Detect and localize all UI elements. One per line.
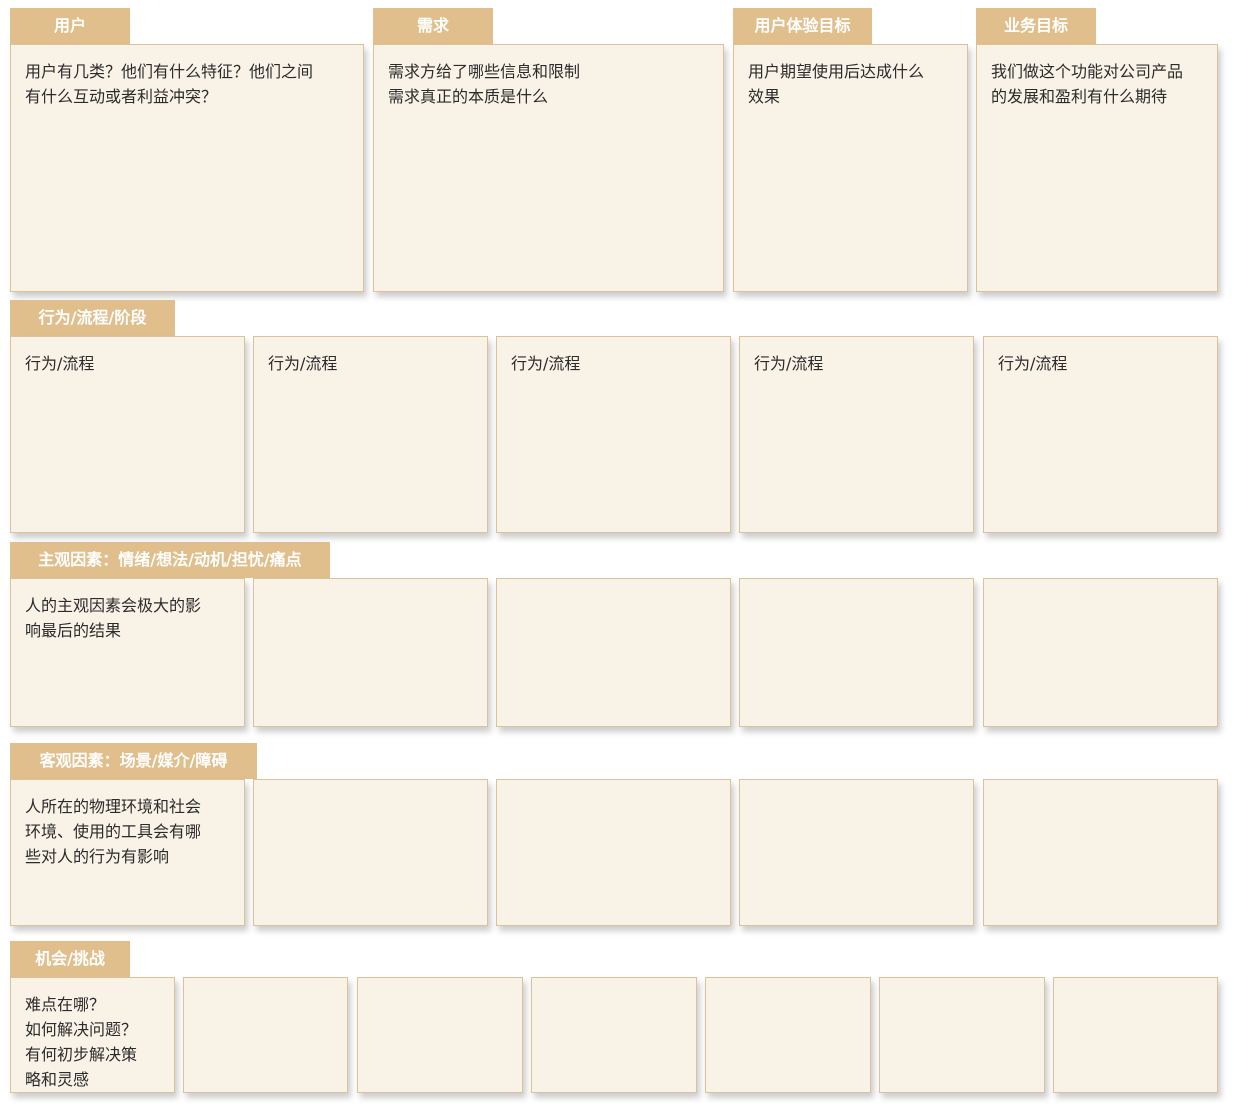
business-goals-card: 我们做这个功能对公司产品 的发展和盈利有什么期待: [976, 44, 1218, 292]
business-goals-tab: 业务目标: [976, 8, 1096, 44]
opportunities-card: [531, 977, 697, 1093]
opportunities-card: [357, 977, 523, 1093]
objective-factors-card: [983, 779, 1218, 926]
behavior-card: 行为/流程: [983, 336, 1218, 533]
subjective-factors-card: 人的主观因素会极大的影 响最后的结果: [10, 578, 245, 727]
ux-goals-tab: 用户体验目标: [733, 8, 872, 44]
opportunities-card: [705, 977, 871, 1093]
opportunities-card: [879, 977, 1045, 1093]
behavior-tab: 行为/流程/阶段: [10, 300, 175, 336]
users-tab: 用户: [10, 8, 130, 44]
subjective-factors-card: [983, 578, 1218, 727]
opportunities-card: [183, 977, 348, 1093]
opportunities-card: [1053, 977, 1218, 1093]
users-card: 用户有几类？他们有什么特征？他们之间 有什么互动或者利益冲突？: [10, 44, 364, 292]
opportunities-card: 难点在哪？ 如何解决问题？ 有何初步解决策 略和灵感: [10, 977, 175, 1093]
objective-factors-card: [253, 779, 488, 926]
subjective-factors-tab: 主观因素：情绪/想法/动机/担忧/痛点: [10, 542, 330, 578]
subjective-factors-card: [253, 578, 488, 727]
objective-factors-card: 人所在的物理环境和社会 环境、使用的工具会有哪 些对人的行为有影响: [10, 779, 245, 926]
behavior-card: 行为/流程: [496, 336, 731, 533]
objective-factors-card: [739, 779, 974, 926]
behavior-card: 行为/流程: [253, 336, 488, 533]
opportunities-tab: 机会/挑战: [10, 941, 130, 977]
behavior-card: 行为/流程: [10, 336, 245, 533]
subjective-factors-card: [739, 578, 974, 727]
needs-tab: 需求: [373, 8, 493, 44]
objective-factors-card: [496, 779, 731, 926]
objective-factors-tab: 客观因素：场景/媒介/障碍: [10, 743, 257, 779]
ux-goals-card: 用户期望使用后达成什么 效果: [733, 44, 968, 292]
needs-card: 需求方给了哪些信息和限制 需求真正的本质是什么: [373, 44, 724, 292]
subjective-factors-card: [496, 578, 731, 727]
behavior-card: 行为/流程: [739, 336, 974, 533]
